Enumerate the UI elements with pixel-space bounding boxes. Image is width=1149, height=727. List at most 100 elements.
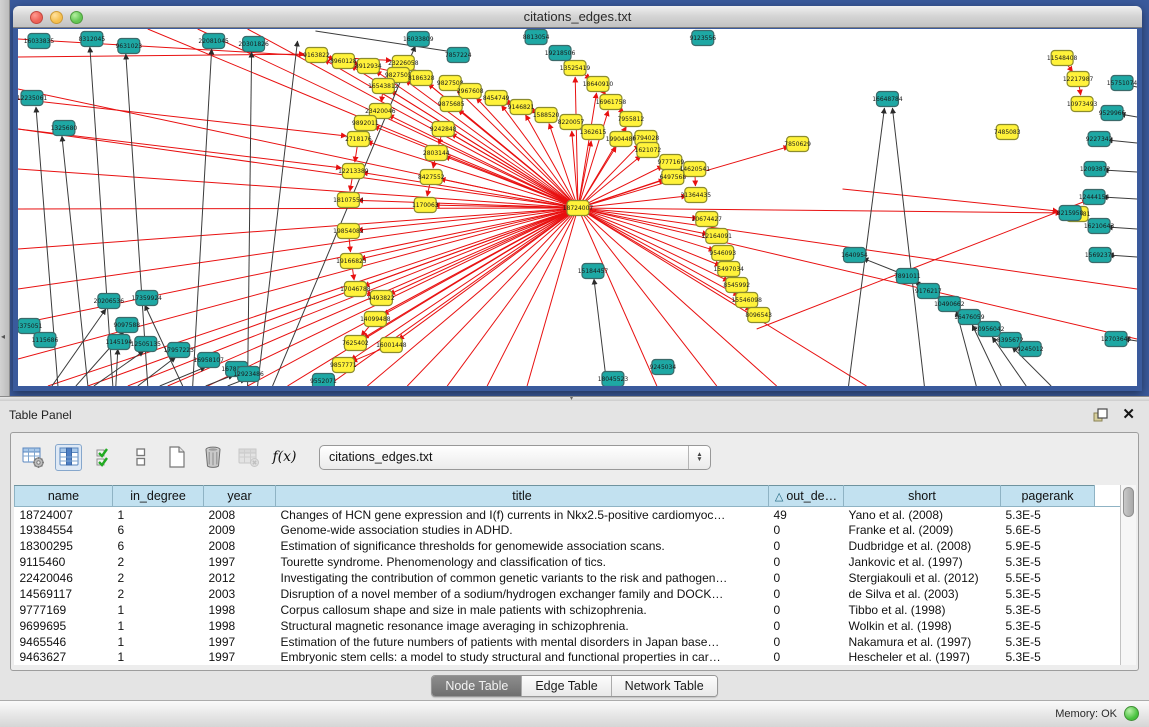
column-header-short[interactable]: short [844, 486, 1001, 507]
cited-node[interactable]: 16001448 [376, 338, 407, 353]
table-row[interactable]: 1938455462009Genome-wide association stu… [15, 522, 1121, 538]
citing-node[interactable]: 12235061 [18, 91, 47, 106]
cited-node[interactable]: 19166825 [336, 254, 367, 269]
tab-network-table[interactable]: Network Table [612, 676, 717, 696]
cited-node[interactable]: 8220057 [558, 115, 585, 130]
citing-node[interactable]: 12703645 [1101, 332, 1132, 347]
cited-node[interactable]: 7485083 [994, 125, 1021, 140]
cited-node[interactable]: 9163822 [303, 48, 330, 63]
column-header-out_degree[interactable]: △out_de… [769, 486, 844, 507]
citing-node[interactable]: 9631023 [115, 39, 142, 54]
cited-node[interactable]: 13525419 [560, 61, 591, 76]
citing-node[interactable]: 22081045 [198, 34, 229, 49]
zoom-traffic-light[interactable] [70, 11, 83, 24]
cited-node[interactable]: 9875685 [438, 97, 465, 112]
citing-node[interactable]: 12093872 [1080, 162, 1111, 177]
citing-node[interactable]: 17359924 [132, 291, 163, 306]
close-traffic-light[interactable] [30, 11, 43, 24]
citing-node[interactable]: 1640954 [841, 248, 868, 263]
cited-node[interactable]: 7625402 [342, 336, 369, 351]
cited-node[interactable]: 9242848 [430, 122, 457, 137]
collapsed-control-panel-strip[interactable]: ◂ [0, 0, 10, 396]
unselect-all-functions-button[interactable] [127, 444, 154, 471]
cited-node[interactable]: 8960128 [330, 54, 357, 69]
citing-node[interactable]: 8312045 [79, 32, 106, 47]
cited-node[interactable]: 21364435 [681, 188, 712, 203]
column-header-name[interactable]: name [15, 486, 113, 507]
citing-node[interactable]: 8215958 [1057, 206, 1084, 221]
citing-node[interactable]: 9123556 [689, 31, 716, 46]
citing-node[interactable]: 9529966 [1099, 106, 1126, 121]
citing-node[interactable]: 7857224 [445, 48, 472, 63]
citing-node[interactable]: 12444154 [1079, 190, 1110, 205]
citing-node[interactable]: 9097588 [113, 318, 140, 333]
cited-node[interactable]: 8427552 [418, 170, 445, 185]
citing-node[interactable]: 7891011 [894, 269, 921, 284]
table-row[interactable]: 977716911998Corpus callosum shape and si… [15, 602, 1121, 618]
panel-expand-arrow-icon[interactable]: ◂ [1, 332, 5, 341]
citing-node[interactable]: 16648784 [872, 92, 903, 107]
cited-node[interactable]: 1621072 [635, 143, 662, 158]
cited-node[interactable]: 12213389 [338, 164, 369, 179]
hub-node[interactable]: 18724007 [563, 201, 594, 216]
citing-node[interactable]: 1115686 [32, 333, 59, 348]
column-header-pagerank[interactable]: pagerank [1001, 486, 1095, 507]
cited-node[interactable]: 7850629 [784, 137, 811, 152]
cited-node[interactable]: 9493822 [368, 291, 395, 306]
citing-node[interactable]: 16958107 [193, 353, 224, 368]
cited-node[interactable]: 18640910 [583, 77, 614, 92]
citing-node[interactable]: 20206536 [94, 294, 125, 309]
cited-node[interactable]: 9892011 [352, 116, 379, 131]
citing-node[interactable]: 16033809 [403, 32, 434, 47]
column-header-year[interactable]: year [204, 486, 276, 507]
table-row[interactable]: 1872400712008Changes of HCN gene express… [15, 507, 1121, 523]
citing-node[interactable]: 15184457 [578, 264, 609, 279]
table-row[interactable]: 946554611997Estimation of the future num… [15, 634, 1121, 650]
citing-node[interactable]: 9245034 [650, 360, 677, 375]
cited-node[interactable]: 15546098 [731, 293, 762, 308]
minimize-traffic-light[interactable] [50, 11, 63, 24]
float-window-icon[interactable] [1092, 407, 1109, 424]
citing-node[interactable]: 9227342 [1086, 132, 1113, 147]
cited-node[interactable]: 9146821 [508, 100, 535, 115]
cited-node[interactable]: 17046788 [340, 282, 371, 297]
function-builder-button[interactable]: f(x) [271, 444, 298, 471]
vertical-scrollbar[interactable] [1120, 485, 1136, 665]
table-row[interactable]: 946362711997Embryonic stem cells: a mode… [15, 650, 1121, 666]
new-table-button[interactable] [163, 444, 190, 471]
citing-node[interactable]: 16210643 [1084, 219, 1115, 234]
table-row[interactable]: 1456911722003Disruption of a novel membe… [15, 586, 1121, 602]
cited-node[interactable]: 14099488 [360, 312, 391, 327]
table-row[interactable]: 2242004622012Investigating the contribut… [15, 570, 1121, 586]
window-titlebar[interactable]: citations_edges.txt [13, 6, 1142, 28]
network-canvas[interactable]: 1872400791638228960128891293423226058982… [18, 29, 1137, 386]
citing-node[interactable]: 1145194 [106, 335, 133, 350]
cited-node[interactable]: 16543812 [368, 79, 399, 94]
cited-node[interactable]: 8545992 [723, 278, 750, 293]
table-row[interactable]: 1830029562008Estimation of significance … [15, 538, 1121, 554]
cited-node[interactable]: 2718176 [345, 132, 372, 147]
cited-node[interactable]: 8096543 [745, 308, 772, 323]
scrollbar-thumb[interactable] [1123, 487, 1134, 517]
cited-node[interactable]: 8186328 [408, 71, 435, 86]
cited-node[interactable]: 2967608 [457, 84, 484, 99]
cited-node[interactable]: 1362615 [580, 125, 607, 140]
column-header-in_degree[interactable]: in_degree [113, 486, 204, 507]
column-header-title[interactable]: title [276, 486, 769, 507]
cited-node[interactable]: 19854082 [333, 224, 364, 239]
table-settings-button[interactable] [19, 444, 46, 471]
citing-node[interactable]: 20301826 [238, 37, 269, 52]
citing-node[interactable]: 1325680 [51, 121, 78, 136]
delete-table-button[interactable] [199, 444, 226, 471]
citing-node[interactable]: 18045523 [598, 372, 629, 387]
tab-edge-table[interactable]: Edge Table [522, 676, 611, 696]
citing-node[interactable]: 17957223 [163, 343, 194, 358]
citing-node[interactable]: 15751074 [1107, 76, 1137, 91]
cited-node[interactable]: 9857771 [330, 358, 357, 373]
node-layer[interactable]: 1872400791638228960128891293423226058982… [18, 30, 1137, 387]
citing-node[interactable]: 19218506 [545, 46, 576, 61]
table-selector-dropdown[interactable]: citations_edges.txt ▲▼ [319, 445, 711, 470]
select-columns-button[interactable] [55, 444, 82, 471]
select-all-functions-button[interactable] [91, 444, 118, 471]
cited-node[interactable]: 9546093 [709, 246, 736, 261]
